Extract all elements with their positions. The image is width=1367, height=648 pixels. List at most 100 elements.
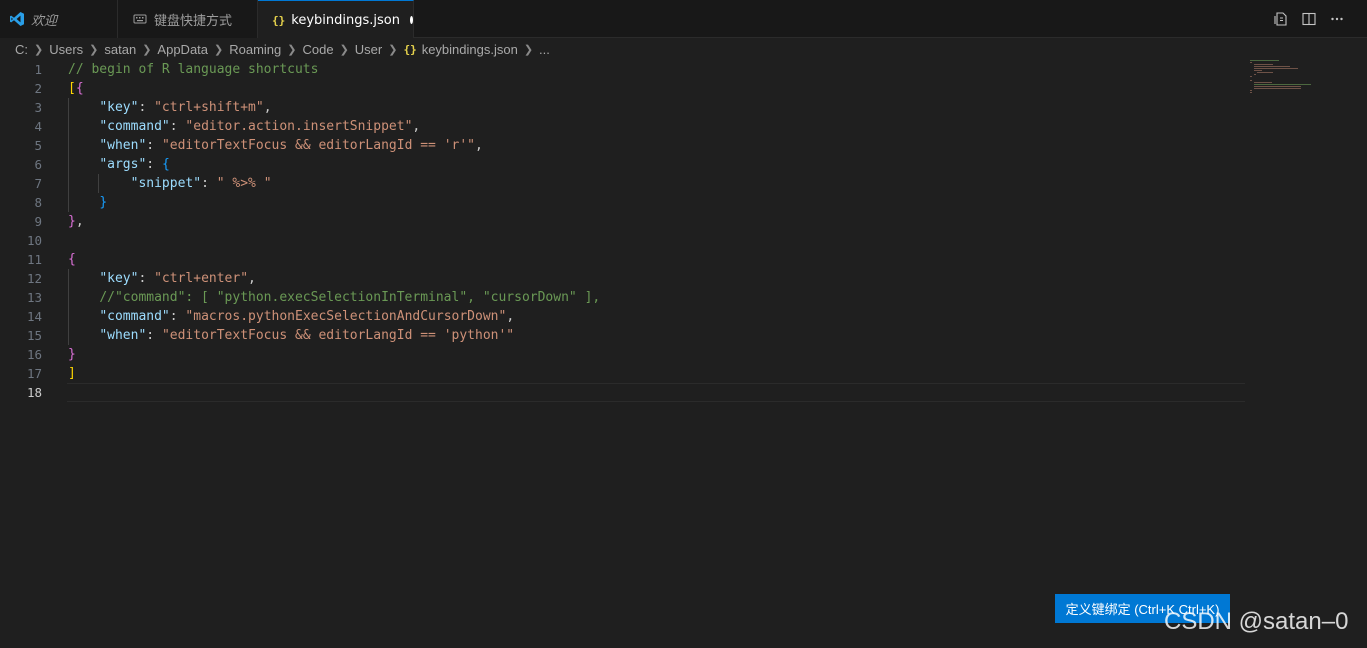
line-number: 13	[26, 290, 42, 305]
minimap-line	[1250, 60, 1279, 61]
keyboard-icon	[132, 11, 148, 27]
line-number: 6	[34, 157, 42, 172]
code-text: "command": "macros.pythonExecSelectionAn…	[99, 309, 515, 324]
code-text: "snippet": " %>% "	[130, 176, 272, 191]
chevron-right-icon: ❯	[388, 43, 398, 56]
minimap-line	[1253, 66, 1291, 67]
breadcrumb-item-symbol[interactable]: ...	[539, 42, 550, 57]
breadcrumb: C: ❯ Users ❯ satan ❯ AppData ❯ Roaming ❯ Code…	[0, 38, 1367, 60]
editor-actions	[1273, 11, 1345, 27]
line-number: 11	[26, 252, 42, 267]
minimap-line	[1257, 72, 1274, 73]
code-line[interactable]: 14 "command": "macros.pythonExecSelectio…	[0, 307, 1245, 326]
breadcrumb-item[interactable]: User	[355, 42, 382, 57]
code-text: },	[68, 214, 84, 229]
breadcrumb-item-file[interactable]: keybindings.json	[422, 42, 518, 57]
code-text: // begin of R language shortcuts	[68, 62, 319, 77]
line-number: 12	[26, 271, 42, 286]
minimap-line	[1253, 88, 1302, 89]
more-actions-icon[interactable]	[1329, 11, 1345, 27]
tab-keybindings-json-label: keybindings.json	[291, 12, 400, 28]
minimap-line	[1253, 64, 1274, 65]
line-number: 2	[34, 81, 42, 96]
code-line[interactable]: 1 // begin of R language shortcuts	[0, 60, 1245, 79]
code-line[interactable]: 16}	[0, 345, 1245, 364]
breadcrumb-item[interactable]: Roaming	[229, 42, 281, 57]
chevron-right-icon: ❯	[339, 43, 349, 56]
line-number: 4	[34, 119, 42, 134]
json-braces-icon: {}	[272, 13, 286, 27]
code-line[interactable]: 2 [{	[0, 79, 1245, 98]
line-number: 7	[34, 176, 42, 191]
code-line[interactable]: 11 {	[0, 250, 1245, 269]
breadcrumb-item[interactable]: Code	[302, 42, 333, 57]
open-settings-icon[interactable]	[1273, 11, 1289, 27]
minimap-line	[1253, 86, 1302, 87]
line-number: 15	[26, 328, 42, 343]
code-text: {	[68, 252, 76, 267]
line-number: 10	[26, 233, 42, 248]
code-text: [{	[68, 81, 84, 96]
code-text: }	[99, 195, 108, 210]
minimap-line	[1250, 90, 1252, 91]
code-line[interactable]: 13 //"command": [ "python.execSelectionI…	[0, 288, 1245, 307]
line-number: 17	[26, 366, 42, 381]
line-number: 16	[26, 347, 42, 362]
minimap-line	[1253, 74, 1256, 75]
code-line[interactable]: 4 "command": "editor.action.insertSnippe…	[0, 117, 1245, 136]
code-editor[interactable]: 1 // begin of R language shortcuts 2 [{ 3 "k…	[0, 60, 1245, 648]
json-braces-icon: {}	[403, 42, 417, 56]
code-text: //"command": [ "python.execSelectionInTe…	[99, 290, 601, 305]
minimap-line	[1253, 82, 1272, 83]
code-text: "key": "ctrl+shift+m",	[99, 100, 272, 115]
breadcrumb-item[interactable]: C:	[15, 42, 28, 57]
line-number: 3	[34, 100, 42, 115]
tab-keybindings-json[interactable]: {} keybindings.json	[258, 0, 414, 39]
code-line[interactable]: 6 "args": {	[0, 155, 1245, 174]
chevron-right-icon: ❯	[523, 43, 534, 56]
unsaved-dot-icon[interactable]	[409, 16, 413, 24]
tab-welcome[interactable]: 欢迎	[0, 0, 118, 38]
code-line[interactable]: 9},	[0, 212, 1245, 231]
tab-bar: 欢迎 键盘快捷方式 {} keybindings.json	[0, 0, 1367, 39]
code-text: "when": "editorTextFocus && editorLangId…	[99, 328, 515, 343]
watermark: CSDN @satan–0	[1164, 608, 1349, 635]
minimap-line	[1250, 80, 1252, 81]
minimap-line	[1250, 92, 1252, 93]
line-number: 18	[26, 385, 42, 400]
breadcrumb-item[interactable]: satan	[104, 42, 136, 57]
line-number: 5	[34, 138, 42, 153]
code-text: "command": "editor.action.insertSnippet"…	[99, 119, 421, 134]
code-text: "when": "editorTextFocus && editorLangId…	[99, 138, 483, 153]
chevron-right-icon: ❯	[142, 43, 152, 56]
line-number: 9	[34, 214, 42, 229]
line-number: 1	[34, 62, 42, 77]
minimap-line	[1253, 68, 1298, 69]
breadcrumb-item[interactable]: Users	[49, 42, 83, 57]
code-line[interactable]: 12 "key": "ctrl+enter",	[0, 269, 1245, 288]
code-line[interactable]: 17]	[0, 364, 1245, 383]
code-line[interactable]: 8 }	[0, 193, 1245, 212]
chevron-right-icon: ❯	[214, 43, 224, 56]
code-line[interactable]: 18	[0, 383, 1245, 402]
code-line[interactable]: 5 "when": "editorTextFocus && editorLang…	[0, 136, 1245, 155]
code-line[interactable]: 15 "when": "editorTextFocus && editorLan…	[0, 326, 1245, 345]
minimap[interactable]	[1250, 60, 1350, 100]
tab-keyboard-shortcuts-label: 键盘快捷方式	[154, 13, 233, 29]
minimap-line	[1250, 62, 1252, 63]
code-text: "key": "ctrl+enter",	[99, 271, 256, 286]
chevron-right-icon: ❯	[287, 43, 297, 56]
code-line[interactable]: 3 "key": "ctrl+shift+m",	[0, 98, 1245, 117]
minimap-line	[1253, 70, 1262, 71]
line-number: 14	[26, 309, 42, 324]
code-text: "args": {	[99, 157, 170, 172]
chevron-right-icon: ❯	[89, 43, 99, 56]
tab-welcome-label: 欢迎	[31, 13, 58, 29]
code-line[interactable]: 10	[0, 231, 1245, 250]
code-line[interactable]: 7 "snippet": " %>% "	[0, 174, 1245, 193]
tab-keyboard-shortcuts[interactable]: 键盘快捷方式	[118, 0, 258, 38]
code-text: }	[68, 347, 76, 362]
minimap-line	[1250, 76, 1252, 77]
split-editor-icon[interactable]	[1301, 11, 1317, 27]
breadcrumb-item[interactable]: AppData	[157, 42, 208, 57]
